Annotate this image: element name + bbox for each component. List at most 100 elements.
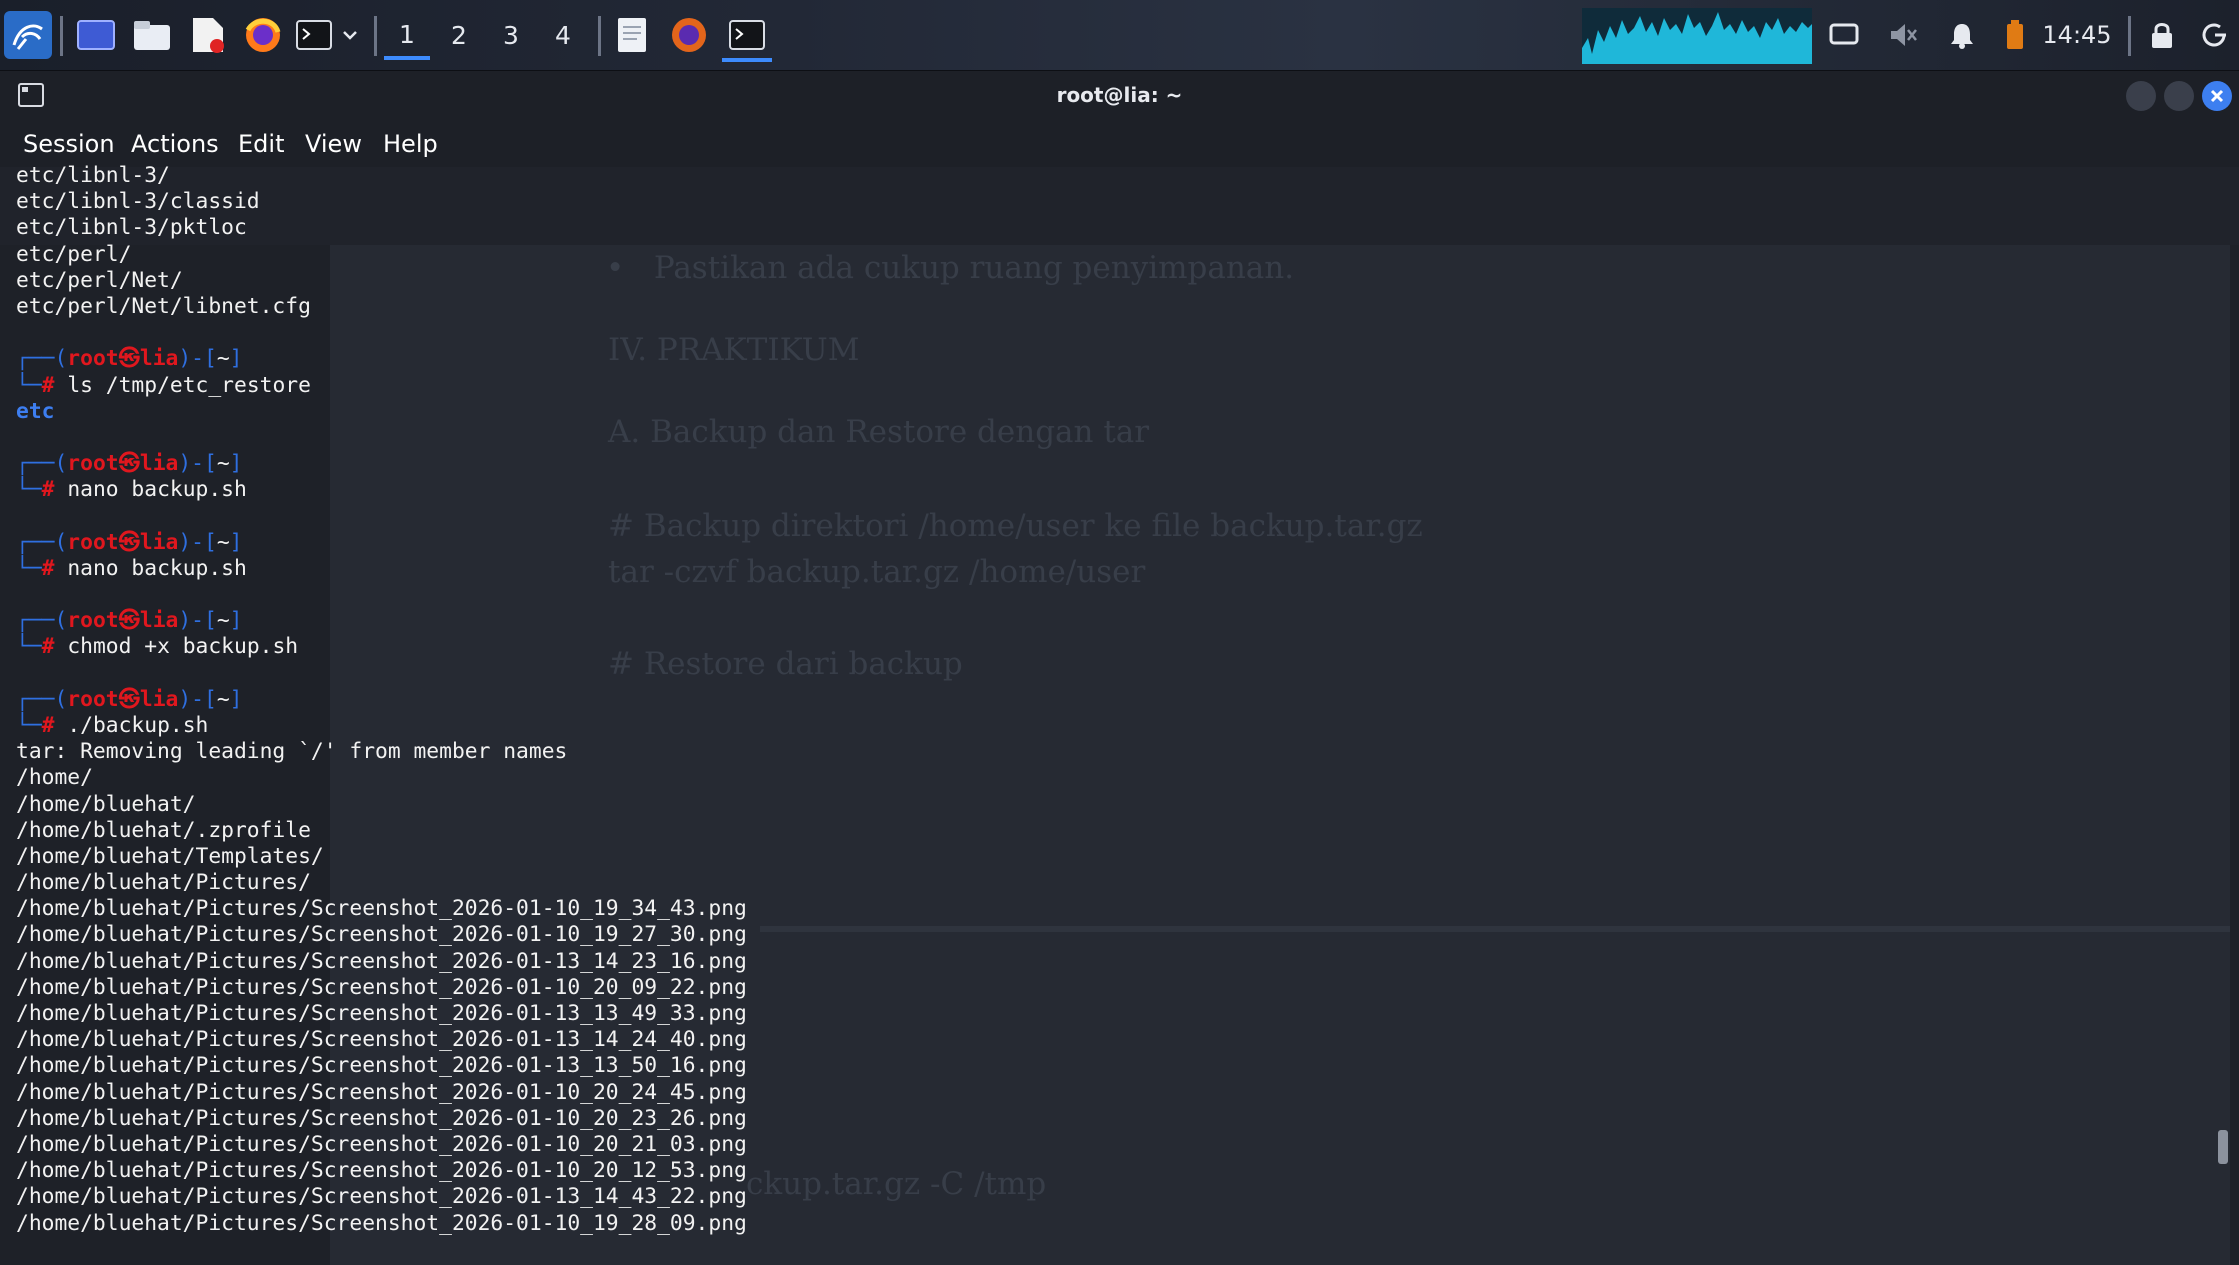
- scrollbar-thumb[interactable]: [2218, 1130, 2228, 1164]
- prompt-user-host: root㉿lia: [67, 529, 179, 555]
- blank-line: [16, 661, 747, 687]
- prompt-directory: ~: [216, 686, 230, 712]
- prompt-hash: #: [41, 555, 68, 581]
- speaker-muted-icon[interactable]: [1884, 12, 1920, 58]
- workspace-1[interactable]: 1: [384, 12, 430, 60]
- minimize-button[interactable]: [2126, 81, 2156, 111]
- output-line: etc/perl/: [16, 241, 132, 267]
- workspace-4[interactable]: 4: [540, 12, 586, 58]
- display-icon[interactable]: [1826, 12, 1862, 58]
- menu-bar: Session Actions Edit View Help: [0, 121, 2239, 167]
- prompt-bracket: )-[: [178, 529, 217, 555]
- file-manager-icon[interactable]: [130, 12, 174, 58]
- output-line: /home/bluehat/Pictures/Screenshot_2026-0…: [16, 1079, 747, 1105]
- workspace-2[interactable]: 2: [436, 12, 482, 58]
- close-icon: [2210, 89, 2224, 103]
- output-line: tar: Removing leading `/' from member na…: [16, 739, 568, 765]
- prompt-bracket: ]: [229, 686, 243, 712]
- command-text: chmod +x backup.sh: [67, 634, 299, 660]
- blank-line: [16, 320, 747, 346]
- prompt-line: ┌──(root㉿lia)-[~]: [16, 687, 747, 713]
- notes-app-icon[interactable]: [612, 12, 652, 58]
- output-line: /home/bluehat/Pictures/Screenshot_2026-0…: [16, 1131, 747, 1157]
- command-line: └─# ./backup.sh: [16, 713, 747, 739]
- prompt-hash: #: [41, 372, 68, 398]
- prompt-bracket: ┌──(: [16, 451, 68, 477]
- chevron-down-icon[interactable]: [338, 12, 362, 58]
- taskbar: 1 2 3 4 14:45: [0, 0, 2239, 71]
- prompt-corner: └─: [16, 712, 42, 738]
- prompt-directory: ~: [216, 346, 230, 372]
- prompt-bracket: )-[: [178, 451, 217, 477]
- command-line: └─# nano backup.sh: [16, 477, 747, 503]
- prompt-bracket: ┌──(: [16, 346, 68, 372]
- menu-actions[interactable]: Actions: [131, 121, 219, 167]
- prompt-corner: └─: [16, 555, 42, 581]
- output-line: etc/libnl-3/pktloc: [16, 215, 247, 241]
- prompt-bracket: )-[: [178, 608, 217, 634]
- prompt-bracket: ]: [229, 346, 243, 372]
- bell-icon[interactable]: [1944, 12, 1980, 58]
- prompt-corner: └─: [16, 634, 42, 660]
- prompt-line: ┌──(root㉿lia)-[~]: [16, 451, 747, 477]
- output-line: /home/bluehat/Pictures/Screenshot_2026-0…: [16, 974, 747, 1000]
- output-line: etc/perl/Net/libnet.cfg: [16, 293, 311, 319]
- blank-line: [16, 503, 747, 529]
- command-text: nano backup.sh: [67, 477, 247, 503]
- taskbar-separator: [598, 16, 601, 56]
- output-line: /home/bluehat/Pictures/Screenshot_2026-0…: [16, 896, 747, 922]
- prompt-directory: ~: [216, 608, 230, 634]
- desktop-icon[interactable]: [74, 12, 118, 58]
- menu-session[interactable]: Session: [23, 121, 115, 167]
- prompt-hash: #: [41, 712, 68, 738]
- maximize-button[interactable]: [2164, 81, 2194, 111]
- output-line: /home/bluehat/Pictures/Screenshot_2026-0…: [16, 922, 747, 948]
- menu-view[interactable]: View: [305, 121, 362, 167]
- clock[interactable]: 14:45: [2040, 12, 2114, 58]
- output-line: /home/bluehat/Pictures/Screenshot_2026-0…: [16, 1105, 747, 1131]
- taskbar-separator: [2128, 16, 2131, 56]
- menu-help[interactable]: Help: [383, 121, 438, 167]
- terminal-icon[interactable]: [294, 12, 334, 58]
- output-line: /home/bluehat/Pictures/Screenshot_2026-0…: [16, 1210, 747, 1236]
- command-line: └─# chmod +x backup.sh: [16, 634, 747, 660]
- output-line: /home/bluehat/Pictures/Screenshot_2026-0…: [16, 1158, 747, 1184]
- bg-command-2: ckup.tar.gz -C /tmp: [746, 1166, 1047, 1202]
- output-line: /home/bluehat/Templates/: [16, 843, 324, 869]
- prompt-bracket: ]: [229, 529, 243, 555]
- kali-menu-icon[interactable]: [4, 11, 52, 59]
- lock-icon[interactable]: [2144, 12, 2180, 58]
- firefox-icon[interactable]: [240, 12, 286, 58]
- text-editor-icon[interactable]: [186, 12, 230, 58]
- terminal-output: etc/libnl-3/etc/libnl-3/classid etc/libnl…: [16, 163, 747, 1237]
- output-line: /home/bluehat/.zprofile: [16, 817, 311, 843]
- prompt-corner: └─: [16, 477, 42, 503]
- prompt-corner: └─: [16, 372, 42, 398]
- prompt-bracket: ]: [229, 608, 243, 634]
- firefox-window-icon[interactable]: [666, 12, 712, 58]
- directory-name: etc: [16, 398, 55, 424]
- power-icon[interactable]: [2196, 12, 2232, 58]
- output-line: etc/perl/Net/: [16, 267, 183, 293]
- menu-edit[interactable]: Edit: [238, 121, 284, 167]
- prompt-bracket: )-[: [178, 686, 217, 712]
- output-line: /home/bluehat/Pictures/Screenshot_2026-0…: [16, 1027, 747, 1053]
- command-text: nano backup.sh: [67, 555, 247, 581]
- output-line: /home/bluehat/Pictures/Screenshot_2026-0…: [16, 1053, 747, 1079]
- cpu-graph: [1582, 8, 1812, 64]
- window-titlebar[interactable]: root@lia: ~: [0, 71, 2239, 121]
- prompt-user-host: root㉿lia: [67, 346, 179, 372]
- output-line: etc/libnl-3/: [16, 163, 170, 188]
- command-line: └─# ls /tmp/etc_restore: [16, 373, 747, 399]
- taskbar-separator: [60, 16, 63, 56]
- output-line: /home/bluehat/Pictures/: [16, 870, 311, 896]
- output-line: /home/bluehat/Pictures/Screenshot_2026-0…: [16, 1184, 747, 1210]
- window-title: root@lia: ~: [1056, 83, 1183, 107]
- output-line: /home/bluehat/: [16, 791, 196, 817]
- workspace-3[interactable]: 3: [488, 12, 534, 58]
- terminal-window-icon[interactable]: [722, 12, 772, 62]
- close-button[interactable]: [2202, 81, 2232, 111]
- prompt-hash: #: [41, 477, 68, 503]
- command-text: ls /tmp/etc_restore: [67, 372, 311, 398]
- prompt-bracket: ┌──(: [16, 529, 68, 555]
